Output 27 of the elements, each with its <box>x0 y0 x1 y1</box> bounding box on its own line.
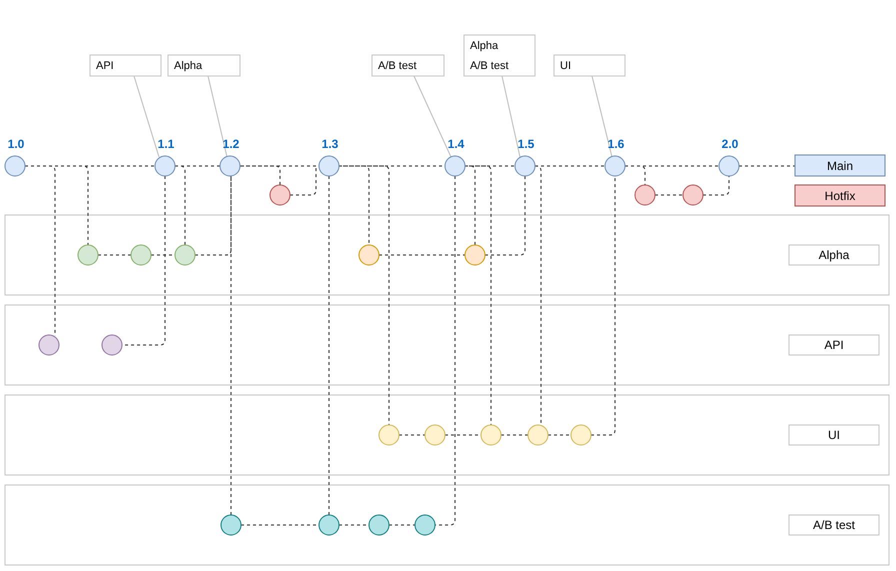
lane-label: API <box>788 334 880 356</box>
legend-item: Main <box>794 154 886 176</box>
dashed-connector <box>398 434 426 436</box>
version-label: 1.4 <box>448 137 464 151</box>
dashed-connector <box>500 434 528 436</box>
tag-callout: Alpha A/B test <box>464 34 536 76</box>
tag-callout: Alpha <box>168 54 240 76</box>
version-label: 1.3 <box>322 137 338 151</box>
tag-callout: API <box>90 54 162 76</box>
version-label: 1.2 <box>222 137 240 151</box>
version-label: 1.0 <box>8 137 24 151</box>
dashed-connector <box>654 194 684 196</box>
lane-label: A/B test <box>788 514 880 536</box>
dashed-connector <box>548 434 572 436</box>
commit-node <box>358 244 380 266</box>
commit-node <box>464 244 486 266</box>
tag-callout: A/B test <box>372 54 444 76</box>
dashed-connector <box>388 524 416 526</box>
dashed-connector <box>702 176 730 196</box>
tag-callout: UI <box>554 54 626 76</box>
version-label: 1.5 <box>518 137 534 151</box>
version-label: 1.6 <box>608 137 624 151</box>
lane-label: Alpha <box>788 244 880 266</box>
version-label: 1.1 <box>158 137 174 151</box>
version-label: 2.0 <box>722 137 738 151</box>
legend-item: Hotfix <box>794 184 886 206</box>
lane-label: UI <box>788 424 880 446</box>
